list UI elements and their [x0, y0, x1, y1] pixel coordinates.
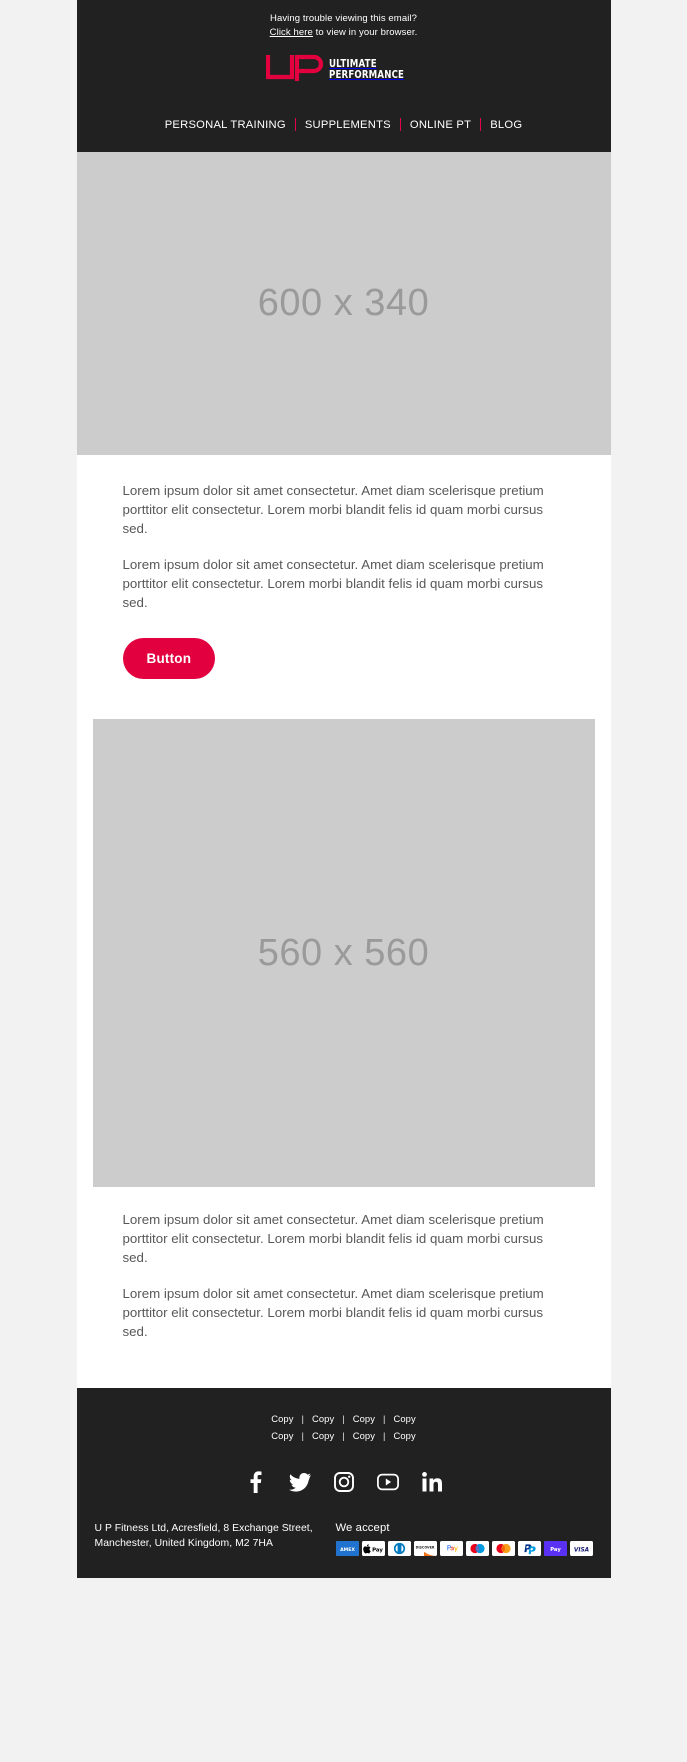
company-address: U P Fitness Ltd, Acresfield, 8 Exchange …	[94, 1523, 313, 1549]
google-pay-icon	[439, 1541, 463, 1556]
footer-link[interactable]: Copy	[304, 1430, 342, 1441]
mastercard-icon	[491, 1541, 515, 1556]
footer-links-row-1: Copy | Copy | Copy | Copy	[77, 1413, 611, 1424]
payment-title: We accept	[335, 1522, 390, 1534]
footer-link-separator: |	[383, 1413, 386, 1424]
main-navigation: PERSONAL TRAINING SUPPLEMENTS ONLINE PT …	[77, 92, 611, 152]
paragraph-4: Lorem ipsum dolor sit amet consectetur. …	[122, 1286, 544, 1339]
svg-text:VISA: VISA	[573, 1547, 588, 1553]
footer-link-separator: |	[383, 1430, 386, 1441]
logo-word-ultimate: ULTIMATE	[329, 57, 377, 70]
logo-wordmark: ULTIMATE PERFORMANCE	[329, 57, 421, 81]
social-links-row	[77, 1447, 611, 1515]
footer-links-row-2: Copy | Copy | Copy | Copy	[77, 1430, 611, 1441]
square-image-wrapper: 560 x 560	[77, 679, 611, 1187]
discover-icon: DISCOVER	[413, 1541, 437, 1556]
nav-item-supplements[interactable]: SUPPLEMENTS	[296, 119, 400, 131]
nav-item-personal-training[interactable]: PERSONAL TRAINING	[156, 119, 295, 131]
nav-item-online-pt[interactable]: ONLINE PT	[401, 119, 480, 131]
preheader-line-2-text: to view in your browser.	[312, 26, 418, 38]
amex-icon: AMEX	[335, 1541, 359, 1556]
footer-bottom: U P Fitness Ltd, Acresfield, 8 Exchange …	[77, 1515, 611, 1578]
logo-word-performance: PERFORMANCE	[329, 69, 405, 81]
payment-icons-row: AMEX Pay DISCOVER Pay VISA	[335, 1541, 593, 1556]
svg-text:AMEX: AMEX	[340, 1547, 355, 1553]
up-logo-mark-icon	[266, 53, 324, 86]
svg-text:Pay: Pay	[550, 1547, 561, 1553]
body-section-top: Lorem ipsum dolor sit amet consectetur. …	[76, 455, 611, 679]
footer-link[interactable]: Copy	[263, 1430, 301, 1441]
hero-image-placeholder: 600 x 340	[76, 152, 611, 455]
diners-club-icon	[387, 1541, 411, 1556]
footer-link[interactable]: Copy	[345, 1413, 383, 1424]
payment-methods: We accept AMEX Pay DISCOVER Pay VISA	[328, 1522, 593, 1556]
twitter-icon[interactable]	[288, 1471, 311, 1493]
paragraph-2: Lorem ipsum dolor sit amet consectetur. …	[122, 557, 544, 610]
footer-link[interactable]: Copy	[385, 1430, 423, 1441]
logo-row: ULTIMATE PERFORMANCE	[77, 39, 611, 92]
brand-logo[interactable]: ULTIMATE PERFORMANCE	[266, 53, 421, 86]
footer-link-separator: |	[301, 1413, 304, 1424]
email-footer: Copy | Copy | Copy | Copy Copy | Copy | …	[76, 1388, 611, 1578]
visa-icon: VISA	[569, 1541, 593, 1556]
svg-text:DISCOVER: DISCOVER	[415, 1545, 434, 1549]
footer-link[interactable]: Copy	[304, 1413, 342, 1424]
maestro-icon	[465, 1541, 489, 1556]
footer-link[interactable]: Copy	[345, 1430, 383, 1441]
apple-pay-icon: Pay	[361, 1541, 385, 1556]
footer-link-separator: |	[342, 1430, 345, 1441]
preheader: Having trouble viewing this email? Click…	[77, 12, 611, 39]
footer-link-separator: |	[301, 1430, 304, 1441]
youtube-icon[interactable]	[376, 1471, 399, 1493]
shop-pay-icon: Pay	[543, 1541, 567, 1556]
linkedin-icon[interactable]	[421, 1471, 443, 1493]
cta-row: Button	[122, 629, 565, 679]
email-header: Having trouble viewing this email? Click…	[76, 0, 611, 152]
svg-text:Pay: Pay	[372, 1548, 383, 1554]
footer-link[interactable]: Copy	[263, 1413, 301, 1424]
preheader-line-1: Having trouble viewing this email?	[269, 13, 418, 24]
paypal-icon	[517, 1541, 541, 1556]
hero-placeholder-label: 600 x 340	[257, 282, 430, 324]
cta-button[interactable]: Button	[122, 638, 216, 679]
paragraph-3: Lorem ipsum dolor sit amet consectetur. …	[122, 1212, 544, 1265]
square-placeholder-label: 560 x 560	[257, 931, 430, 974]
email-container: Having trouble viewing this email? Click…	[76, 0, 611, 1578]
footer-link[interactable]: Copy	[385, 1413, 423, 1424]
square-image-placeholder: 560 x 560	[92, 719, 595, 1187]
paragraph-1: Lorem ipsum dolor sit amet consectetur. …	[122, 483, 544, 536]
footer-link-separator: |	[342, 1413, 345, 1424]
body-section-bottom: Lorem ipsum dolor sit amet consectetur. …	[76, 1187, 611, 1388]
instagram-icon[interactable]	[333, 1471, 355, 1493]
nav-item-blog[interactable]: BLOG	[481, 119, 531, 131]
view-in-browser-link[interactable]: Click here	[270, 27, 313, 38]
facebook-icon[interactable]	[245, 1471, 267, 1493]
preheader-line-2: Click here to view in your browser.	[77, 26, 611, 40]
